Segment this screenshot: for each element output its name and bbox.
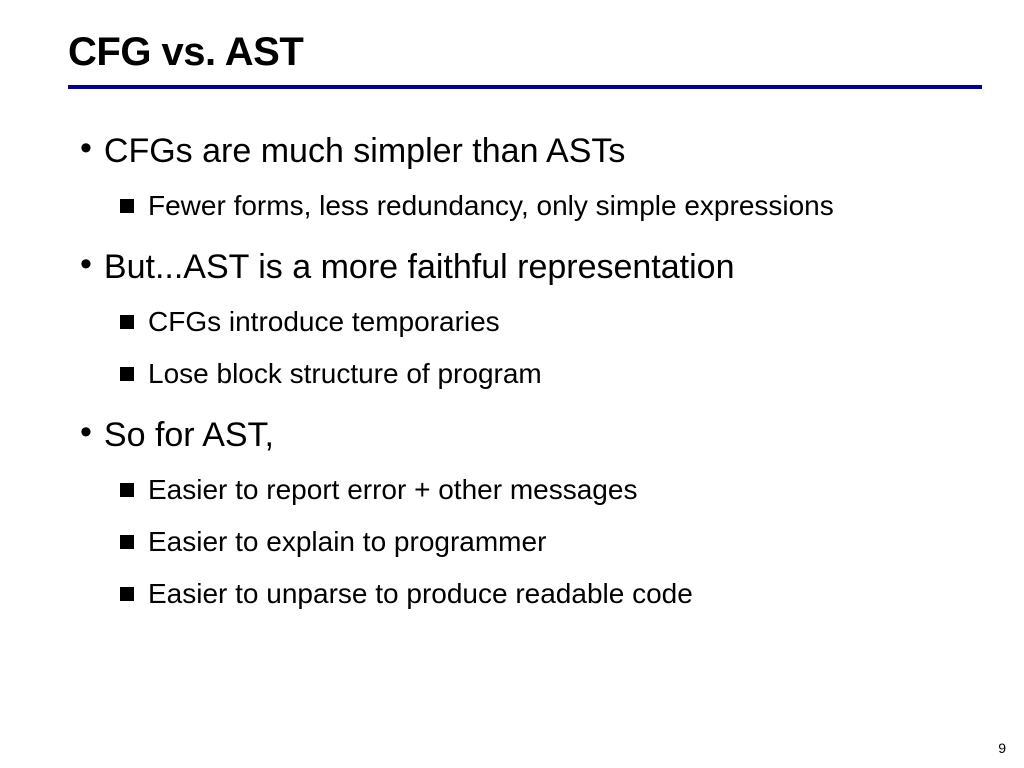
bullet-text: So for AST, bbox=[104, 415, 274, 455]
square-bullet-icon bbox=[120, 483, 134, 497]
bullet-text: Easier to explain to programmer bbox=[148, 525, 546, 559]
slide-title: CFG vs. AST bbox=[0, 30, 1024, 85]
bullet-text: Easier to unparse to produce readable co… bbox=[148, 577, 693, 611]
bullet-level2: Easier to report error + other messages bbox=[120, 473, 964, 507]
square-bullet-icon bbox=[120, 199, 134, 213]
slide-content: • CFGs are much simpler than ASTs Fewer … bbox=[0, 89, 1024, 611]
dot-bullet-icon: • bbox=[80, 131, 92, 165]
bullet-level2: Easier to explain to programmer bbox=[120, 525, 964, 559]
bullet-level1: • So for AST, bbox=[80, 415, 964, 455]
bullet-text: Lose block structure of program bbox=[148, 357, 542, 391]
bullet-level2: CFGs introduce temporaries bbox=[120, 305, 964, 339]
bullet-text: CFGs are much simpler than ASTs bbox=[104, 131, 626, 171]
page-number: 9 bbox=[998, 740, 1006, 756]
bullet-text: Fewer forms, less redundancy, only simpl… bbox=[148, 189, 834, 223]
bullet-level1: • But...AST is a more faithful represent… bbox=[80, 247, 964, 287]
bullet-level1: • CFGs are much simpler than ASTs bbox=[80, 131, 964, 171]
dot-bullet-icon: • bbox=[80, 415, 92, 449]
slide: CFG vs. AST • CFGs are much simpler than… bbox=[0, 0, 1024, 768]
bullet-level2: Fewer forms, less redundancy, only simpl… bbox=[120, 189, 964, 223]
square-bullet-icon bbox=[120, 367, 134, 381]
square-bullet-icon bbox=[120, 315, 134, 329]
bullet-text: CFGs introduce temporaries bbox=[148, 305, 500, 339]
square-bullet-icon bbox=[120, 535, 134, 549]
bullet-level2: Easier to unparse to produce readable co… bbox=[120, 577, 964, 611]
bullet-level2: Lose block structure of program bbox=[120, 357, 964, 391]
dot-bullet-icon: • bbox=[80, 247, 92, 281]
bullet-text: But...AST is a more faithful representat… bbox=[104, 247, 735, 287]
square-bullet-icon bbox=[120, 587, 134, 601]
bullet-text: Easier to report error + other messages bbox=[148, 473, 637, 507]
